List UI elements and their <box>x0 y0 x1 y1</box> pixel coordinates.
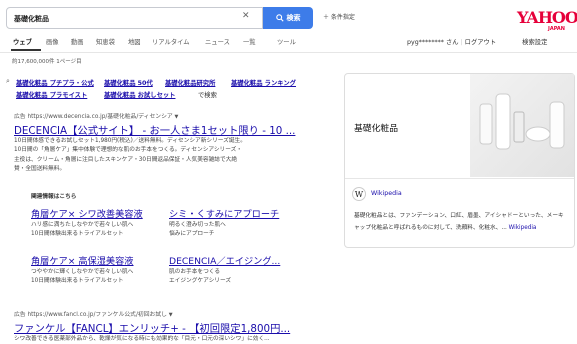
tab-realtime[interactable]: リアルタイム <box>152 37 190 46</box>
related-suffix: で検索 <box>198 92 217 99</box>
tab-map[interactable]: 地図 <box>128 37 141 46</box>
sitelink-title[interactable]: シミ・くすみにアプローチ <box>169 206 279 220</box>
chevron-down-icon[interactable]: ▼ <box>169 312 173 318</box>
related-search-link[interactable]: 基礎化粧品 プチプラ・公式 <box>16 78 94 87</box>
search-button[interactable]: 検索 <box>263 7 313 29</box>
sitelink-title[interactable]: 角層ケア× 高保湿美容液 <box>31 253 134 267</box>
wikipedia-icon: W <box>352 187 366 201</box>
tab-tools[interactable]: ツール <box>277 37 296 46</box>
related-search-link[interactable]: 基礎化粧品 50代 <box>104 78 153 87</box>
clear-icon[interactable]: ✕ <box>242 11 250 21</box>
search-icon <box>275 14 284 22</box>
user-name[interactable]: pyg******** さん <box>407 39 459 46</box>
condition-button[interactable]: ＋ 条件指定 <box>323 12 355 21</box>
knowledge-desc-link[interactable]: Wikipedia <box>509 225 537 231</box>
sitelink-desc: つややかに輝くしなやかで若々しい肌へ 10日間体験出来るトライアルセット <box>31 269 134 285</box>
sitelink-title[interactable]: DECENCIA／エイジング... <box>169 253 280 267</box>
logout-link[interactable]: ログアウト <box>465 39 496 46</box>
related-search-link[interactable]: 基礎化粧品研究所 <box>165 78 215 87</box>
knowledge-panel-divider <box>345 178 574 179</box>
search-icon: ⌕ <box>6 77 10 85</box>
chevron-down-icon[interactable]: ▼ <box>175 114 179 120</box>
search-button-label: 検索 <box>286 14 301 22</box>
wikipedia-link[interactable]: Wikipedia <box>371 190 402 197</box>
cosmetics-image-icon <box>479 93 565 150</box>
sitelink-desc: 明るく澄み切った肌へ 悩みにアプローチ <box>169 222 226 238</box>
ad-desc-line: 10日間体感できるお試しセット1,980円(税込)／送料無料。ディセンシア新シリ… <box>14 138 246 144</box>
tab-news[interactable]: ニュース <box>205 37 230 46</box>
ad-desc-line: 賛・全国送料無料。 <box>14 166 66 173</box>
ad-desc-line: 主役は、クリーム・角層に注目したスキンケア・30日間返品保証・人気美容雑誌で大絶 <box>14 156 238 163</box>
related-search-link[interactable]: 基礎化粧品 ランキング <box>231 78 296 87</box>
related-search-link[interactable]: 基礎化粧品 プラモイスト <box>16 90 87 99</box>
header-divider <box>0 52 577 53</box>
search-input[interactable]: 基礎化粧品 <box>6 7 263 29</box>
ad-title-link[interactable]: ファンケル【FANCL】エンリッチ+ - 【初回限定1,800円... <box>14 320 290 335</box>
sitelink-title[interactable]: 角層ケア× シワ改善美容液 <box>31 206 143 220</box>
user-menu[interactable]: pyg******** さん | ログアウト 検索設定 <box>407 37 547 46</box>
knowledge-panel-description: 基礎化粧品とは、ファンデーション、口紅、眉墨、アイシャドーといった、メーキャップ… <box>354 211 569 234</box>
ad-url-line: 広告 https://www.fancl.co.jp/ファンケル公式/初回お試し… <box>14 309 173 318</box>
ad-url: https://www.decencia.co.jp/基礎化粧品/ディセンシア <box>27 114 173 120</box>
tab-web[interactable]: ウェブ <box>13 37 32 46</box>
active-tab-indicator <box>11 49 41 51</box>
ad-desc-line: 10日間の「角層ケア」集中体験で理想的な肌のお手本をつくる。ディセンシアシリーズ… <box>14 147 243 154</box>
ad-url-line: 広告 https://www.decencia.co.jp/基礎化粧品/ディセン… <box>14 111 178 120</box>
ad-label: 広告 <box>14 312 26 318</box>
yahoo-logo-sub: JAPAN <box>548 26 565 32</box>
tab-images[interactable]: 画像 <box>46 37 59 46</box>
sitelink-desc: ハリ感に満ちたしなやかで若々しい肌へ 10日間体験出来るトライアルセット <box>31 222 134 238</box>
ad-title-link[interactable]: DECENCIA【公式サイト】 - お一人さま1セット限り - 10 ... <box>14 122 295 137</box>
sitelink-desc: 肌のお手本をつくる エイジングケアシリーズ <box>169 269 232 285</box>
yahoo-logo[interactable]: YAHOO! <box>517 8 577 27</box>
related-search-link[interactable]: 基礎化粧品 お試しセット <box>104 90 175 99</box>
knowledge-panel-title: 基礎化粧品 <box>354 124 398 134</box>
sitelinks-header: 関連情報はこちら <box>31 194 77 200</box>
knowledge-panel-image[interactable] <box>470 74 574 177</box>
ad-description: シワ改善できる医薬部外品から、乾燥が気になる時にも効果的な「目元・口元の深いシワ… <box>14 336 270 342</box>
ad-description: 10日間体感できるお試しセット1,980円(税込)／送料無料。ディセンシア新シリ… <box>14 137 314 175</box>
tab-chiebukuro[interactable]: 知恵袋 <box>96 37 115 46</box>
result-count: 約17,600,000件 1ページ目 <box>12 59 82 65</box>
ad-url: https://www.fancl.co.jp/ファンケル公式/初回お試し <box>27 312 167 318</box>
ad-label: 広告 <box>14 114 26 120</box>
search-settings-link[interactable]: 検索設定 <box>522 39 547 46</box>
tab-list[interactable]: 一覧 <box>243 37 256 46</box>
tab-video[interactable]: 動画 <box>71 37 84 46</box>
